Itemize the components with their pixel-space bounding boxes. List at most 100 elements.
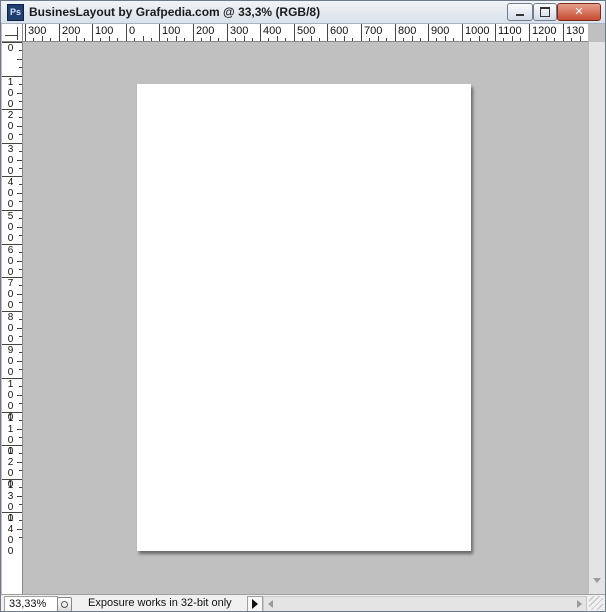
ruler-minor-tick (453, 38, 454, 41)
resize-grip-icon[interactable] (589, 596, 603, 610)
ruler-label: 1000 (465, 25, 490, 37)
ruler-minor-tick (19, 470, 22, 471)
ruler-minor-tick (268, 38, 269, 41)
ruler-minor-tick (19, 437, 22, 438)
horizontal-scrollbar[interactable] (263, 596, 587, 611)
ruler-major-tick (59, 24, 60, 41)
status-info-button[interactable] (57, 597, 72, 611)
ruler-minor-tick (17, 160, 22, 161)
ruler-minor-tick (386, 38, 387, 41)
ruler-origin-corner[interactable] (2, 24, 23, 42)
ruler-minor-tick (17, 529, 22, 530)
ruler-label: 600 (330, 25, 349, 37)
ruler-major-tick (260, 24, 261, 41)
ruler-label: 200 (62, 25, 81, 37)
ruler-minor-tick (17, 361, 22, 362)
ruler-minor-tick (19, 537, 22, 538)
ruler-minor-tick (19, 302, 22, 303)
ruler-minor-tick (17, 93, 22, 94)
title-bar[interactable]: Ps BusinesLayout by Grafpedia.com @ 33,3… (1, 1, 605, 24)
ruler-minor-tick (571, 38, 572, 41)
ruler-minor-tick (17, 261, 22, 262)
ruler-minor-tick (19, 84, 22, 85)
ruler-minor-tick (17, 462, 22, 463)
document-window: Ps BusinesLayout by Grafpedia.com @ 33,3… (0, 0, 606, 612)
ruler-minor-tick (503, 38, 504, 41)
ruler-minor-tick (335, 38, 336, 41)
ruler-minor-tick (17, 496, 22, 497)
scroll-left-icon[interactable] (268, 600, 273, 608)
scroll-down-icon[interactable] (593, 578, 601, 583)
ruler-minor-tick (520, 38, 521, 41)
ruler-minor-tick (19, 151, 22, 152)
ruler-major-tick (529, 24, 530, 41)
ruler-label: 1400 (7, 513, 14, 557)
ruler-minor-tick (19, 184, 22, 185)
ruler-minor-tick (19, 420, 22, 421)
ruler-major-tick (428, 24, 429, 41)
ruler-minor-tick (252, 38, 253, 41)
ruler-minor-tick (19, 319, 22, 320)
ruler-minor-tick (50, 38, 51, 41)
ruler-minor-tick (19, 352, 22, 353)
vertical-ruler[interactable]: 0100200300400500600700800900100011001200… (2, 42, 23, 595)
ruler-minor-tick (19, 117, 22, 118)
ruler-minor-tick (19, 67, 22, 68)
ruler-label: 100 (162, 25, 181, 37)
ruler-label: 100 (95, 25, 114, 37)
ruler-minor-tick (235, 38, 236, 41)
ruler-minor-tick (17, 126, 22, 127)
ruler-major-tick (25, 24, 26, 41)
vertical-scrollbar[interactable] (588, 42, 605, 595)
ruler-label: 300 (7, 144, 14, 177)
ruler-label: 200 (7, 110, 14, 143)
ruler-minor-tick (167, 38, 168, 41)
ruler-minor-tick (33, 38, 34, 41)
status-menu-arrow-button[interactable] (247, 596, 263, 611)
ruler-label: 130 (566, 25, 585, 37)
scroll-right-icon[interactable] (577, 600, 582, 608)
ruler-minor-tick (67, 38, 68, 41)
ruler-label: 0 (129, 25, 136, 37)
ruler-minor-tick (19, 285, 22, 286)
ruler-major-tick (126, 24, 127, 41)
ruler-minor-tick (319, 38, 320, 41)
ruler-minor-tick (369, 38, 370, 41)
ruler-minor-tick (100, 38, 101, 41)
ruler-major-tick (563, 24, 564, 41)
ruler-minor-tick (19, 453, 22, 454)
photoshop-app-icon: Ps (7, 4, 24, 21)
canvas-area[interactable] (23, 42, 588, 594)
minimize-icon (516, 14, 524, 16)
ruler-minor-tick (19, 201, 22, 202)
ruler-minor-tick (201, 38, 202, 41)
maximize-icon (540, 7, 550, 17)
horizontal-ruler[interactable]: 300 200 100 0 100 200 300 400 500 600 700 800 900 100… (23, 24, 588, 42)
ruler-label: 900 (431, 25, 450, 37)
ruler-major-tick (227, 24, 228, 41)
ruler-major-tick (92, 24, 93, 41)
ruler-minor-tick (84, 38, 85, 41)
ruler-label: 200 (196, 25, 215, 37)
ruler-minor-tick (19, 134, 22, 135)
ruler-minor-tick (554, 38, 555, 41)
ruler-major-tick (327, 24, 328, 41)
close-button[interactable]: ✕ (557, 3, 601, 21)
ruler-minor-tick (19, 269, 22, 270)
minimize-button[interactable] (507, 3, 533, 21)
status-info-text: Exposure works in 32-bit only (88, 597, 232, 609)
zoom-level-field[interactable]: 33,33% (4, 596, 58, 611)
ruler-minor-tick (436, 38, 437, 41)
ruler-label: 0 (7, 43, 14, 54)
ruler-minor-tick (17, 429, 22, 430)
ruler-major-tick (193, 24, 194, 41)
ruler-minor-tick (19, 487, 22, 488)
ruler-minor-tick (19, 403, 22, 404)
ruler-minor-tick (487, 38, 488, 41)
ruler-minor-tick (184, 38, 185, 41)
ruler-minor-tick (19, 252, 22, 253)
ruler-minor-tick (117, 38, 118, 41)
document-page[interactable] (137, 84, 471, 551)
ruler-minor-tick (19, 369, 22, 370)
maximize-button[interactable] (533, 3, 557, 21)
